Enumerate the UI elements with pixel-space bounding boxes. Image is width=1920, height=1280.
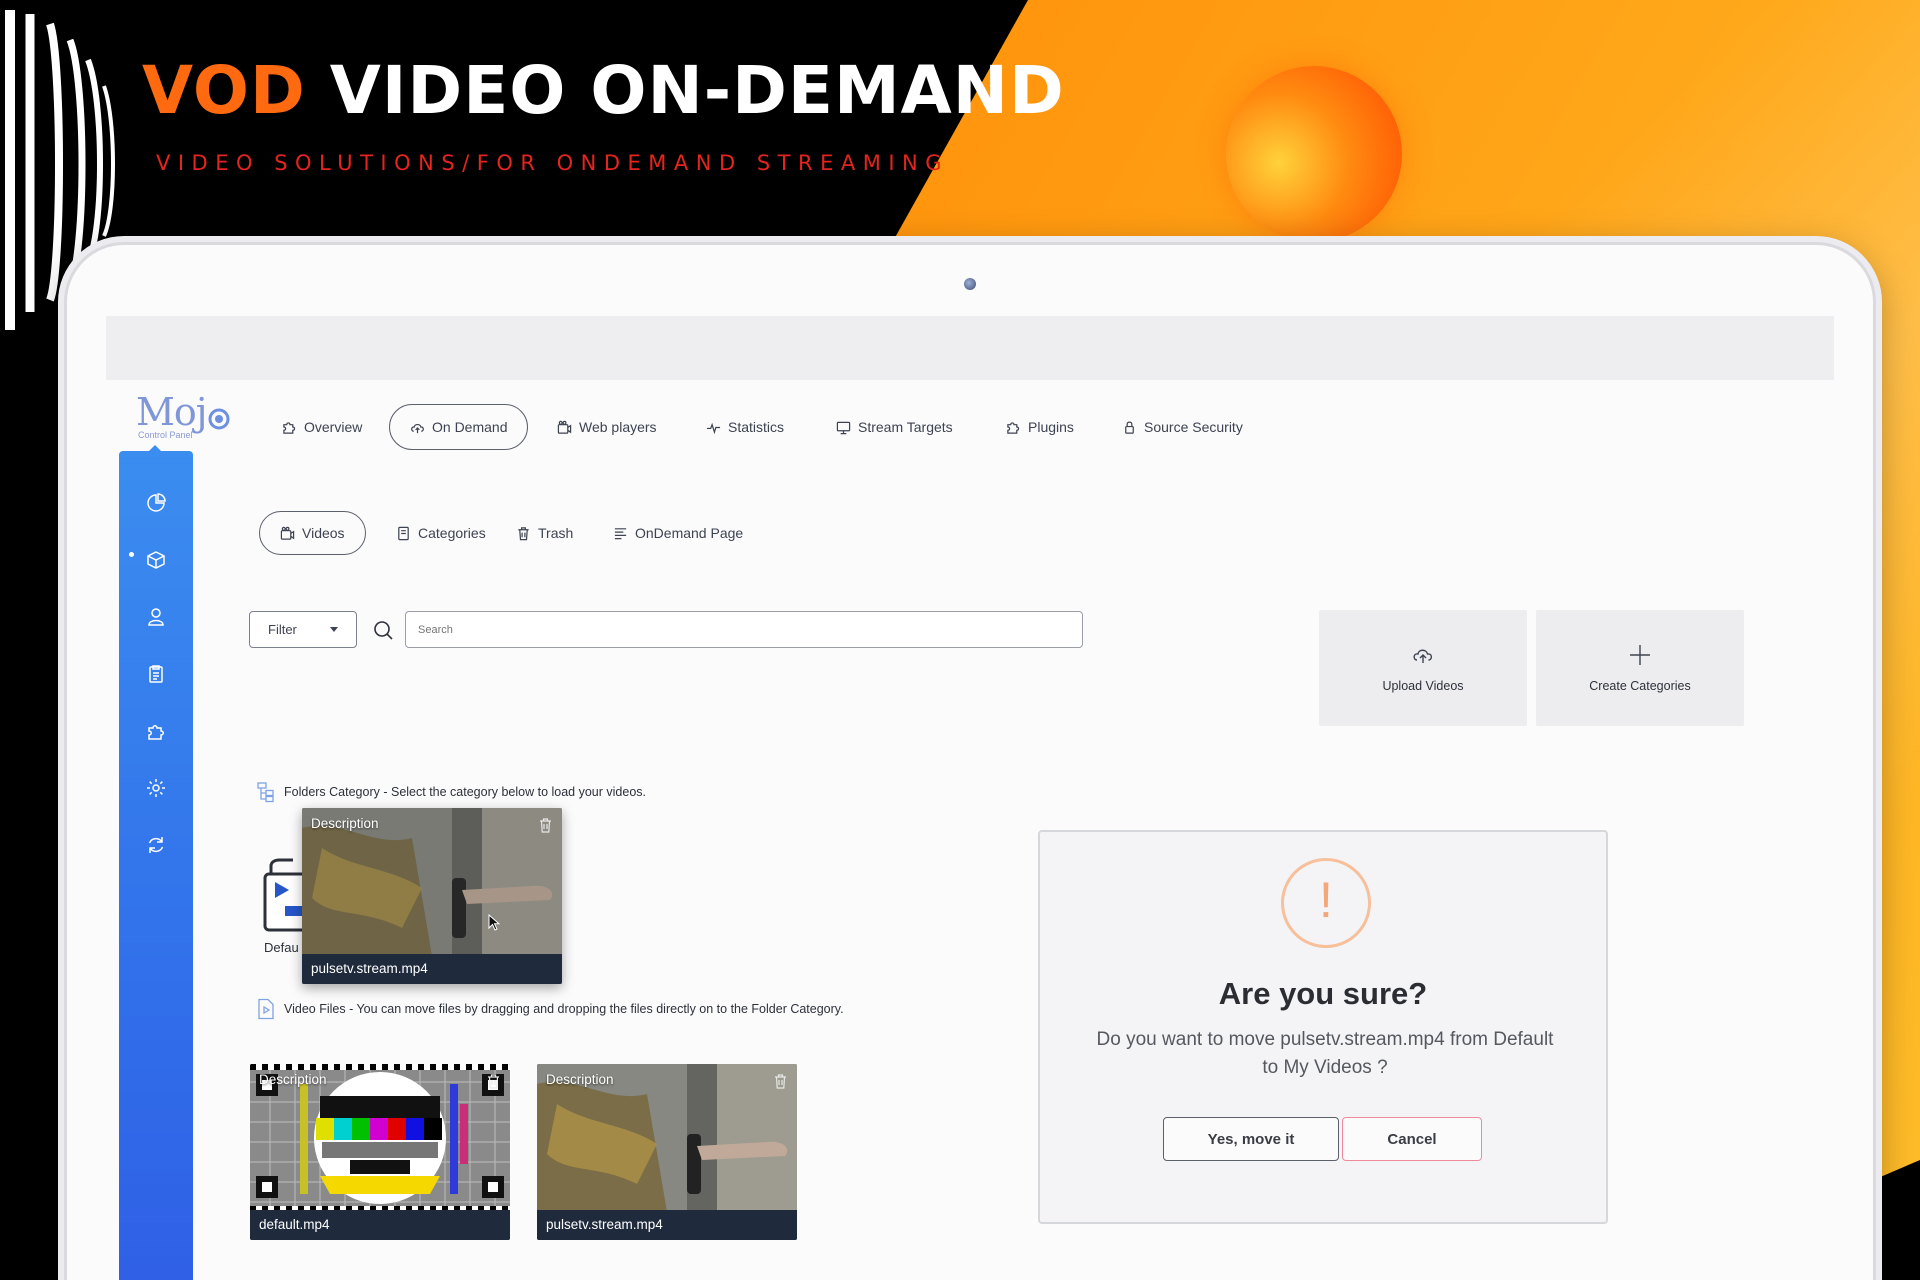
nav-web-players[interactable]: Web players: [537, 404, 677, 450]
filter-label: Filter: [268, 622, 297, 637]
top-bar: [106, 316, 1834, 380]
filter-dropdown[interactable]: Filter: [249, 611, 357, 648]
video-card-default[interactable]: Description default.mp4: [250, 1064, 510, 1240]
refresh-icon[interactable]: [146, 835, 166, 855]
tab-categories[interactable]: Categories: [376, 511, 506, 555]
puzzle-icon: [1007, 421, 1020, 434]
headline-accent: VOD: [142, 52, 306, 129]
active-indicator-dot: [129, 552, 134, 557]
banner-subline: VIDEO SOLUTIONS/FOR ONDEMAND STREAMING: [156, 151, 950, 175]
trash-icon: [518, 526, 529, 540]
nav-label: Plugins: [1028, 419, 1074, 435]
tab-label: OnDemand Page: [635, 525, 744, 541]
create-categories-button[interactable]: Create Categories: [1536, 610, 1744, 726]
video-filename: default.mp4: [250, 1210, 510, 1240]
gear-icon[interactable]: [146, 778, 166, 798]
search-input[interactable]: [405, 611, 1083, 648]
nav-plugins[interactable]: Plugins: [986, 404, 1094, 450]
banner-headline: VOD VIDEO ON-DEMAND: [142, 52, 1065, 129]
folders-hint-text: Folders Category - Select the category b…: [284, 785, 646, 799]
create-label: Create Categories: [1589, 679, 1691, 693]
tab-label: Trash: [538, 525, 574, 541]
headline-rest: VIDEO ON-DEMAND: [305, 52, 1065, 129]
dragging-video-card[interactable]: Description pulsetv.stream.mp4: [302, 808, 562, 984]
video-files-hint: Video Files - You can move files by drag…: [256, 998, 844, 1020]
nav-stream-targets[interactable]: Stream Targets: [816, 404, 973, 450]
video-file-icon: [258, 998, 274, 1020]
book-icon: [398, 526, 409, 540]
warning-icon: !: [1281, 858, 1371, 948]
plus-icon: [1630, 645, 1650, 665]
search-icon[interactable]: [372, 619, 394, 641]
pie-chart-icon[interactable]: [146, 493, 166, 513]
mouse-cursor-icon: [488, 914, 500, 931]
nav-label: On Demand: [432, 419, 508, 435]
lock-icon: [1125, 421, 1134, 434]
upload-videos-button[interactable]: Upload Videos: [1319, 610, 1527, 726]
video-icon: [557, 420, 572, 434]
video-filename: pulsetv.stream.mp4: [537, 1210, 797, 1240]
pulse-icon: [706, 422, 721, 434]
app-screen: Moj Control Panel Overview On Demand Web…: [106, 316, 1834, 1280]
camera-dot: [964, 278, 976, 290]
folder-tree-icon: [257, 782, 274, 803]
user-icon[interactable]: [146, 607, 166, 627]
nav-source-security[interactable]: Source Security: [1102, 404, 1263, 450]
default-folder-label[interactable]: Defau: [264, 940, 299, 955]
nav-overview[interactable]: Overview: [262, 404, 382, 450]
nav-statistics[interactable]: Statistics: [686, 404, 804, 450]
nav-label: Web players: [579, 419, 657, 435]
trash-icon[interactable]: [539, 818, 552, 833]
nav-label: Source Security: [1144, 419, 1243, 435]
video-description-label: Description: [259, 1072, 327, 1087]
logo-ring-icon: [208, 408, 230, 430]
confirm-move-dialog: ! Are you sure? Do you want to move puls…: [1038, 830, 1608, 1224]
dialog-title: Are you sure?: [1218, 976, 1428, 1011]
monitor-icon: [836, 421, 851, 434]
chevron-down-icon: [330, 627, 338, 632]
confirm-move-button[interactable]: Yes, move it: [1163, 1117, 1339, 1161]
video-card-pulsetv[interactable]: Description pulsetv.stream.mp4: [537, 1064, 797, 1240]
app-logo[interactable]: Moj Control Panel: [136, 390, 236, 440]
list-icon: [614, 527, 627, 539]
nav-label: Statistics: [728, 419, 785, 435]
trash-icon[interactable]: [487, 1074, 500, 1089]
sidebar: [119, 445, 193, 1280]
tab-trash[interactable]: Trash: [496, 511, 593, 555]
video-description-label: Description: [311, 816, 379, 831]
nav-label: Overview: [304, 419, 363, 435]
video-icon: [280, 526, 295, 540]
tab-videos[interactable]: Videos: [259, 511, 366, 555]
video-description-label: Description: [546, 1072, 614, 1087]
cube-icon[interactable]: [146, 550, 166, 570]
cancel-button[interactable]: Cancel: [1342, 1117, 1482, 1161]
nav-on-demand[interactable]: On Demand: [389, 404, 529, 450]
video-filename: pulsetv.stream.mp4: [302, 954, 562, 984]
dialog-message: Do you want to move pulsetv.stream.mp4 f…: [1096, 1029, 1554, 1078]
cloud-upload-icon: [411, 423, 424, 433]
warning-glyph: !: [1319, 872, 1333, 928]
tab-label: Categories: [418, 525, 486, 541]
folders-hint: Folders Category - Select the category b…: [256, 781, 646, 803]
puzzle-icon: [283, 421, 296, 434]
cloud-upload-icon: [1413, 649, 1433, 663]
puzzle-icon[interactable]: [146, 721, 166, 741]
upload-label: Upload Videos: [1382, 679, 1464, 693]
tab-label: Videos: [302, 525, 345, 541]
clipboard-icon[interactable]: [146, 664, 166, 684]
video-files-hint-text: Video Files - You can move files by drag…: [284, 1002, 844, 1016]
logo-word: Moj: [136, 390, 208, 434]
logo-subtitle: Control Panel: [138, 430, 193, 440]
nav-label: Stream Targets: [858, 419, 953, 435]
tab-ondemand-page[interactable]: OnDemand Page: [593, 511, 763, 555]
sun-circle-decoration: [1226, 66, 1402, 242]
trash-icon[interactable]: [774, 1074, 787, 1089]
